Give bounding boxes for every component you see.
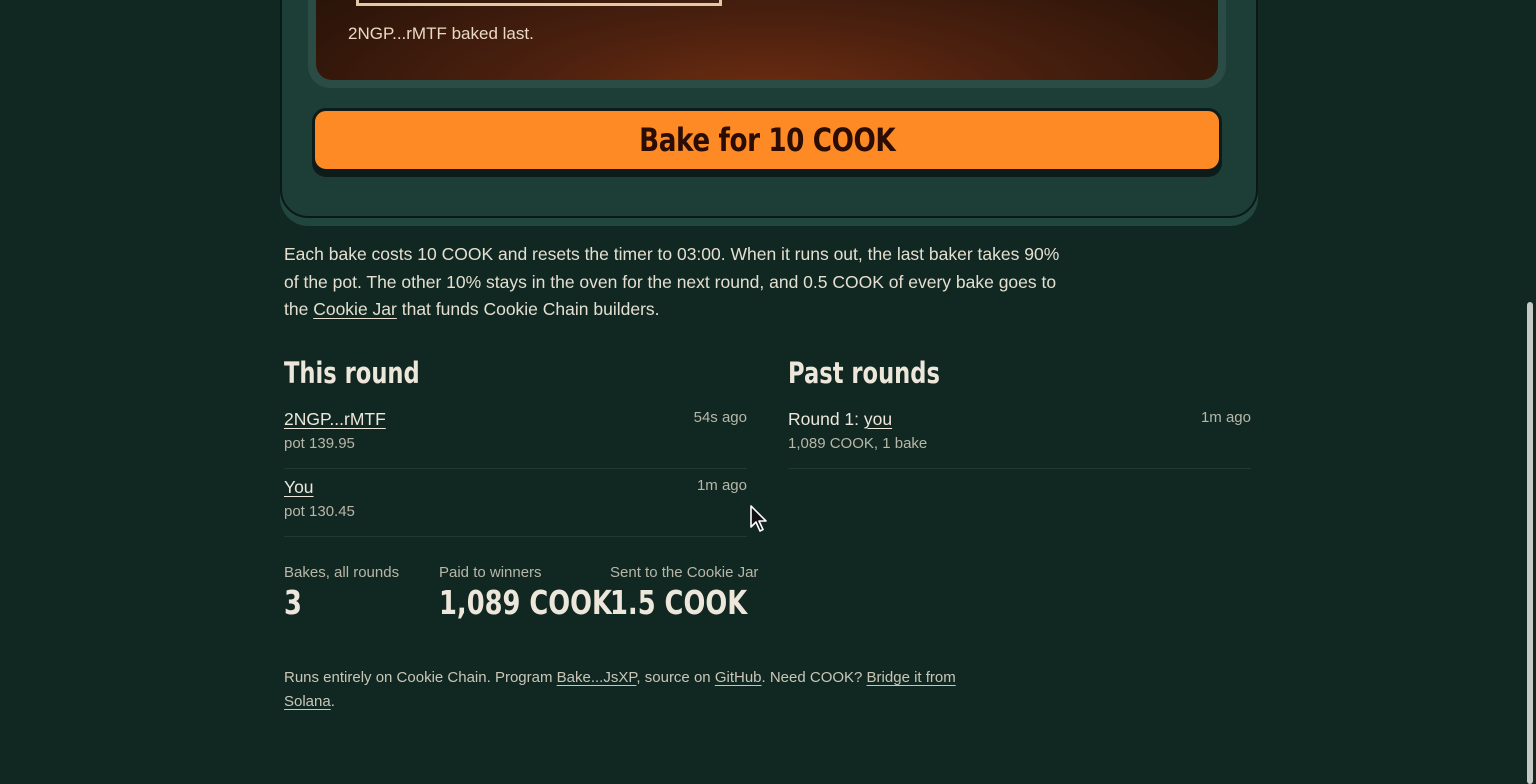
last-baker-text: 2NGP...rMTF baked last. — [348, 24, 534, 43]
bake-time: 1m ago — [696, 477, 747, 494]
this-round-title: This round — [284, 356, 420, 390]
stat-value: 1.5 COOK — [610, 583, 748, 622]
scrollbar[interactable] — [1522, 0, 1536, 784]
program-link[interactable]: Bake...JsXP — [557, 669, 637, 686]
past-rounds-title: Past rounds — [788, 356, 940, 390]
round-entry: 2NGP...rMTF pot 139.95 54s ago — [284, 400, 747, 469]
bake-button-label: Bake for 10 COOK — [638, 121, 896, 159]
past-round-label: Round 1: you — [788, 409, 893, 429]
bake-button[interactable]: Bake for 10 COOK — [312, 108, 1222, 172]
description-text-end: that funds Cookie Chain builders. — [396, 299, 660, 319]
stat-label: Sent to the Cookie Jar — [610, 564, 759, 581]
past-round-time: 1m ago — [1200, 409, 1251, 426]
stat-total-bakes: Bakes, all rounds 3 — [284, 564, 399, 622]
winner-link[interactable]: you — [864, 409, 892, 429]
past-round-summary: 1,089 COOK, 1 bake — [788, 435, 928, 452]
mouse-cursor-icon — [750, 505, 767, 532]
baker-link[interactable]: 2NGP...rMTF — [284, 409, 386, 430]
cookie-jar-link[interactable]: Cookie Jar — [313, 299, 397, 319]
bake-time: 54s ago — [693, 409, 747, 426]
stat-cookie-jar: Sent to the Cookie Jar 1.5 COOK — [610, 564, 786, 622]
github-link[interactable]: GitHub — [715, 669, 762, 686]
stat-label: Bakes, all rounds — [284, 564, 400, 581]
scrollbar-thumb[interactable] — [1527, 302, 1533, 784]
past-round-entry: Round 1: you 1,089 COOK, 1 bake 1m ago — [788, 400, 1251, 469]
timer-progress-bar — [356, 0, 722, 6]
game-description: Each bake costs 10 COOK and resets the t… — [284, 241, 1074, 324]
footer: Runs entirely on Cookie Chain. Program B… — [284, 669, 956, 710]
pot-value: pot 139.95 — [284, 435, 355, 452]
stat-value: 3 — [284, 583, 302, 622]
oven-window — [308, 0, 1226, 88]
pot-value: pot 130.45 — [284, 503, 355, 520]
baker-link[interactable]: You — [284, 477, 314, 498]
round-entry: You pot 130.45 1m ago — [284, 468, 747, 537]
